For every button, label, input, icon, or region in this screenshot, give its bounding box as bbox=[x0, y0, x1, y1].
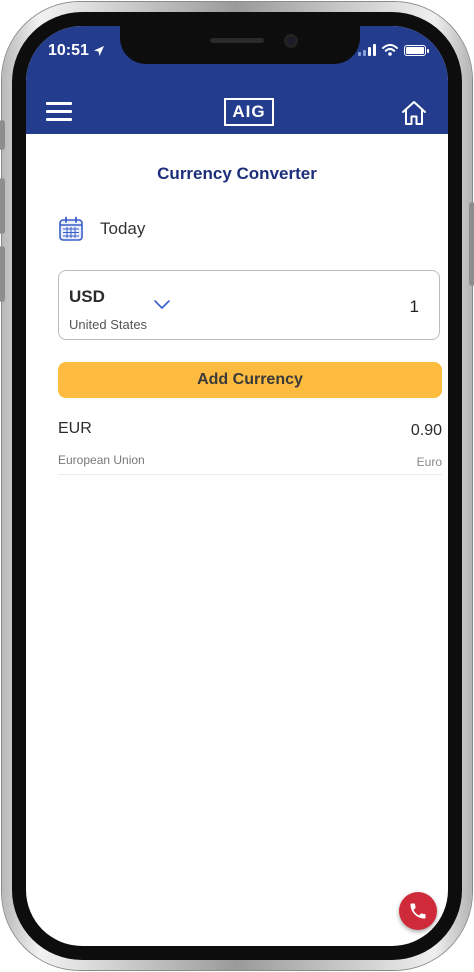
signal-icon bbox=[358, 44, 376, 56]
status-time-text: 10:51 bbox=[48, 42, 89, 59]
app-header: 10:51 AIG bbox=[26, 26, 448, 134]
device-notch bbox=[120, 26, 360, 64]
conversion-row[interactable]: EUR 0.90 European Union Euro bbox=[58, 418, 442, 475]
date-selector[interactable]: Today bbox=[58, 216, 145, 242]
currency-dropdown-button[interactable] bbox=[153, 297, 171, 311]
add-currency-button[interactable]: Add Currency bbox=[58, 362, 442, 398]
home-button[interactable] bbox=[400, 100, 428, 126]
menu-icon[interactable] bbox=[46, 102, 72, 122]
front-camera bbox=[284, 34, 298, 48]
status-icons bbox=[358, 44, 429, 56]
conversion-country: European Union bbox=[58, 453, 145, 467]
base-currency-country: United States bbox=[69, 317, 148, 332]
conversion-currency-code: EUR bbox=[58, 420, 92, 437]
app-screen: 10:51 AIG Currency Converter Today USD U… bbox=[26, 26, 448, 946]
base-amount-input[interactable] bbox=[359, 297, 419, 317]
speaker-grille bbox=[210, 38, 264, 43]
status-time: 10:51 bbox=[48, 42, 105, 60]
battery-icon bbox=[404, 44, 429, 56]
date-label: Today bbox=[100, 219, 146, 238]
conversion-rate: 0.90 bbox=[410, 422, 442, 439]
chevron-down-icon bbox=[154, 300, 170, 309]
phone-icon bbox=[410, 903, 426, 919]
conversion-currency-name: Euro bbox=[416, 455, 442, 469]
silent-switch bbox=[0, 120, 5, 150]
phone-frame: 10:51 AIG Currency Converter Today USD U… bbox=[0, 2, 474, 970]
location-arrow-icon bbox=[93, 46, 104, 56]
home-icon bbox=[402, 101, 426, 125]
phone-bezel: 10:51 AIG Currency Converter Today USD U… bbox=[12, 12, 462, 960]
calendar-icon bbox=[59, 216, 83, 241]
base-currency-card: USD United States bbox=[58, 270, 440, 340]
page-title: Currency Converter bbox=[157, 164, 317, 183]
call-button[interactable] bbox=[399, 892, 437, 930]
wifi-icon bbox=[382, 44, 398, 56]
volume-down-button bbox=[0, 246, 5, 302]
base-currency-code: USD bbox=[69, 287, 105, 306]
volume-up-button bbox=[0, 178, 5, 234]
aig-logo: AIG bbox=[224, 98, 274, 126]
logo-text: AIG bbox=[232, 102, 266, 121]
power-button bbox=[469, 202, 474, 286]
